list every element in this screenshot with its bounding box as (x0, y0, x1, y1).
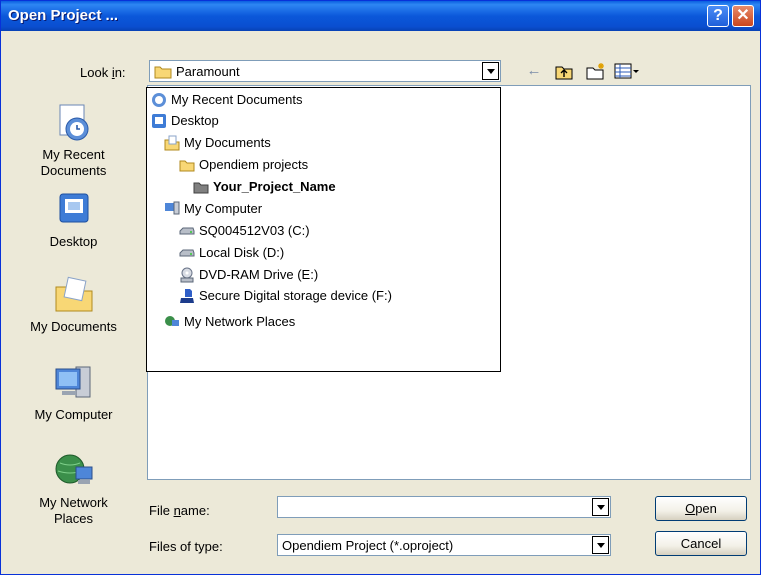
place-my-documents[interactable]: My Documents (11, 273, 136, 334)
file-name-dropdown-arrow[interactable] (592, 498, 609, 516)
file-name-combo[interactable] (277, 496, 611, 518)
look-in-dropdown-list[interactable]: My Recent Documents Desktop My Documents… (146, 87, 501, 372)
files-of-type-value: Opendiem Project (*.oproject) (282, 538, 454, 553)
open-project-dialog: Open Project ... ? ✕ Look in: Paramount … (0, 0, 761, 575)
computer-icon (165, 201, 180, 215)
place-network[interactable]: My Network Places (11, 449, 136, 527)
files-of-type-combo[interactable]: Opendiem Project (*.oproject) (277, 534, 611, 556)
open-button[interactable]: Open (655, 496, 747, 521)
my-computer-icon (55, 366, 90, 398)
cancel-button[interactable]: Cancel (655, 531, 747, 556)
title-bar[interactable]: Open Project ... ? ✕ (1, 1, 760, 31)
place-label: My Recent Documents (40, 147, 107, 178)
files-of-type-label: Files of type: (149, 539, 223, 554)
place-label: Desktop (49, 234, 98, 249)
place-label: My Documents (30, 319, 117, 334)
look-in-label: Look in: (80, 65, 126, 80)
place-label: My Network Places (39, 495, 108, 526)
close-icon: ✕ (736, 7, 750, 24)
window-title: Open Project ... (8, 7, 119, 24)
folder-icon (193, 182, 209, 194)
place-label: My Computer (34, 407, 113, 422)
network-icon (165, 316, 179, 326)
folder-icon (179, 160, 195, 172)
recent-documents-icon (59, 104, 88, 141)
place-recent-documents[interactable]: My Recent Documents (11, 101, 136, 179)
file-name-label: File name: (149, 503, 210, 518)
close-button[interactable]: ✕ (732, 5, 754, 27)
up-folder-icon[interactable] (554, 62, 574, 80)
desktop-icon (59, 193, 88, 223)
dvd-icon (180, 267, 194, 283)
recent-icon (152, 93, 166, 107)
help-icon: ? (713, 7, 723, 24)
files-of-type-dropdown-arrow[interactable] (592, 536, 609, 554)
sd-card-icon (180, 289, 194, 303)
look-in-value: Paramount (176, 64, 240, 79)
drive-icon (179, 227, 195, 235)
help-button[interactable]: ? (707, 5, 729, 27)
network-places-icon (55, 454, 92, 484)
place-my-computer[interactable]: My Computer (11, 361, 136, 422)
places-bar: My Recent Documents Desktop My Documents (11, 85, 136, 526)
documents-icon (164, 135, 180, 151)
back-icon[interactable]: ← (524, 62, 544, 80)
views-menu-icon[interactable] (614, 62, 640, 80)
desktop-icon (152, 114, 166, 128)
my-documents-icon (55, 276, 92, 312)
place-desktop[interactable]: Desktop (11, 188, 136, 249)
new-folder-icon[interactable] (586, 62, 606, 80)
look-in-dropdown-arrow[interactable] (482, 62, 499, 80)
folder-icon (154, 66, 172, 79)
drive-icon (179, 249, 195, 257)
look-in-combo[interactable]: Paramount (149, 60, 501, 82)
